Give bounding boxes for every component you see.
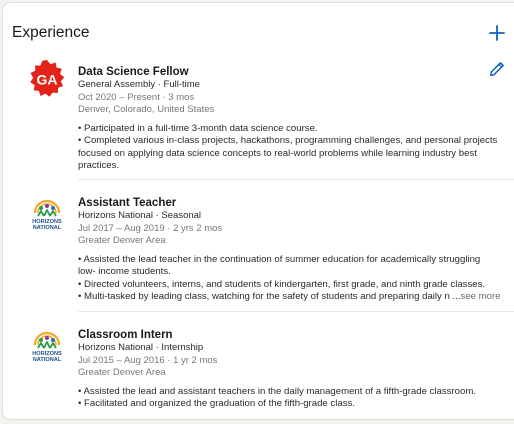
horizons-national-logo-icon[interactable]: HORIZONS NATIONAL xyxy=(27,325,67,365)
date-range: Oct 2020 – Present · 3 mos xyxy=(78,91,195,103)
description-line: focused on applying data science concept… xyxy=(78,147,477,159)
entry-content: Assistant Teacher Horizons National · Se… xyxy=(78,196,508,304)
description-line: • Multi-tasked by leading class, watchin… xyxy=(78,291,508,304)
location: Denver, Colorado, United States xyxy=(78,104,215,115)
job-title[interactable]: Data Science Fellow xyxy=(78,65,508,79)
location: Greater Denver Area xyxy=(78,235,166,246)
logo-text: NATIONAL xyxy=(33,225,62,231)
job-description: • Participated in a full-time 3-month da… xyxy=(78,123,508,173)
section-title: Experience xyxy=(12,24,90,41)
description-line: • Facilitated and organized the graduati… xyxy=(78,398,355,410)
divider xyxy=(78,179,514,180)
logo-text: NATIONAL xyxy=(33,357,62,363)
description-line: • Directed volunteers, interns, and stud… xyxy=(78,278,486,290)
add-icon[interactable] xyxy=(487,23,507,43)
job-description: • Assisted the lead teacher in the conti… xyxy=(78,254,508,304)
description-line: • Participated in a full-time 3-month da… xyxy=(78,122,318,134)
divider xyxy=(78,311,514,312)
truncated-text: • Multi-tasked by leading class, watchin… xyxy=(78,291,461,303)
entry-content: Classroom Intern Horizons National · Int… xyxy=(78,328,508,411)
horizons-national-logo-icon[interactable]: HORIZONS NATIONAL xyxy=(27,193,67,233)
job-description: • Assisted the lead and assistant teache… xyxy=(78,386,508,411)
entry-content: Data Science Fellow General Assembly · F… xyxy=(78,65,508,173)
date-range: Jul 2017 – Aug 2019 · 2 yrs 2 mos xyxy=(78,222,223,234)
company-name: Horizons National · Seasonal xyxy=(78,210,202,221)
description-line: • Assisted the lead and assistant teache… xyxy=(78,385,476,397)
company-name: General Assembly · Full-time xyxy=(78,79,200,90)
date-range: Jul 2015 – Aug 2016 · 1 yr 2 mos xyxy=(78,354,218,366)
general-assembly-logo-icon[interactable]: GA xyxy=(27,59,67,99)
job-title[interactable]: Assistant Teacher xyxy=(78,196,508,210)
description-line: low- income students. xyxy=(78,266,171,278)
svg-text:GA: GA xyxy=(37,72,58,88)
description-line: • Completed various in-class projects, h… xyxy=(78,135,498,147)
description-line: • Assisted the lead teacher in the conti… xyxy=(78,253,481,265)
description-line: practices. xyxy=(78,160,120,172)
job-title[interactable]: Classroom Intern xyxy=(78,328,508,342)
location: Greater Denver Area xyxy=(78,367,166,378)
experience-card: Experience GA Data Science Fellow Genera… xyxy=(2,2,514,420)
company-name: Horizons National · Internship xyxy=(78,342,204,353)
see-more-link[interactable]: see more xyxy=(461,291,501,302)
